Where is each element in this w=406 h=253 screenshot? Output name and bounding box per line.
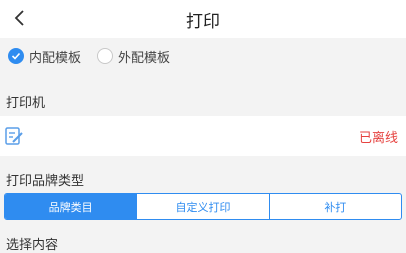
radio-label: 内配模板 xyxy=(29,50,82,66)
select-content-section-label: 选择内容 xyxy=(6,238,59,253)
tab-brand-category[interactable]: 品牌类目 xyxy=(5,194,137,219)
brand-type-section-label: 打印品牌类型 xyxy=(6,174,85,189)
tab-custom-print[interactable]: 自定义打印 xyxy=(136,194,268,219)
printer-status: 已离线 xyxy=(358,130,398,146)
radio-label: 外配模板 xyxy=(118,50,171,66)
brand-type-segmented-control: 品牌类目 自定义打印 补打 xyxy=(4,193,402,220)
radio-internal-template[interactable]: 内配模板 xyxy=(8,47,81,66)
radio-checked-icon xyxy=(8,48,24,64)
template-radio-group: 内配模板 外配模板 xyxy=(0,38,406,74)
back-button[interactable] xyxy=(6,5,34,31)
radio-external-template[interactable]: 外配模板 xyxy=(97,47,170,66)
tab-reprint[interactable]: 补打 xyxy=(268,194,401,219)
chevron-left-icon xyxy=(14,10,24,26)
radio-unchecked-icon xyxy=(97,48,114,64)
printer-select-row[interactable]: 已离线 xyxy=(0,116,406,156)
header-bar: 打印 xyxy=(0,0,406,38)
printer-section-label: 打印机 xyxy=(6,96,46,111)
page-title: 打印 xyxy=(186,11,220,32)
edit-icon xyxy=(5,127,23,145)
